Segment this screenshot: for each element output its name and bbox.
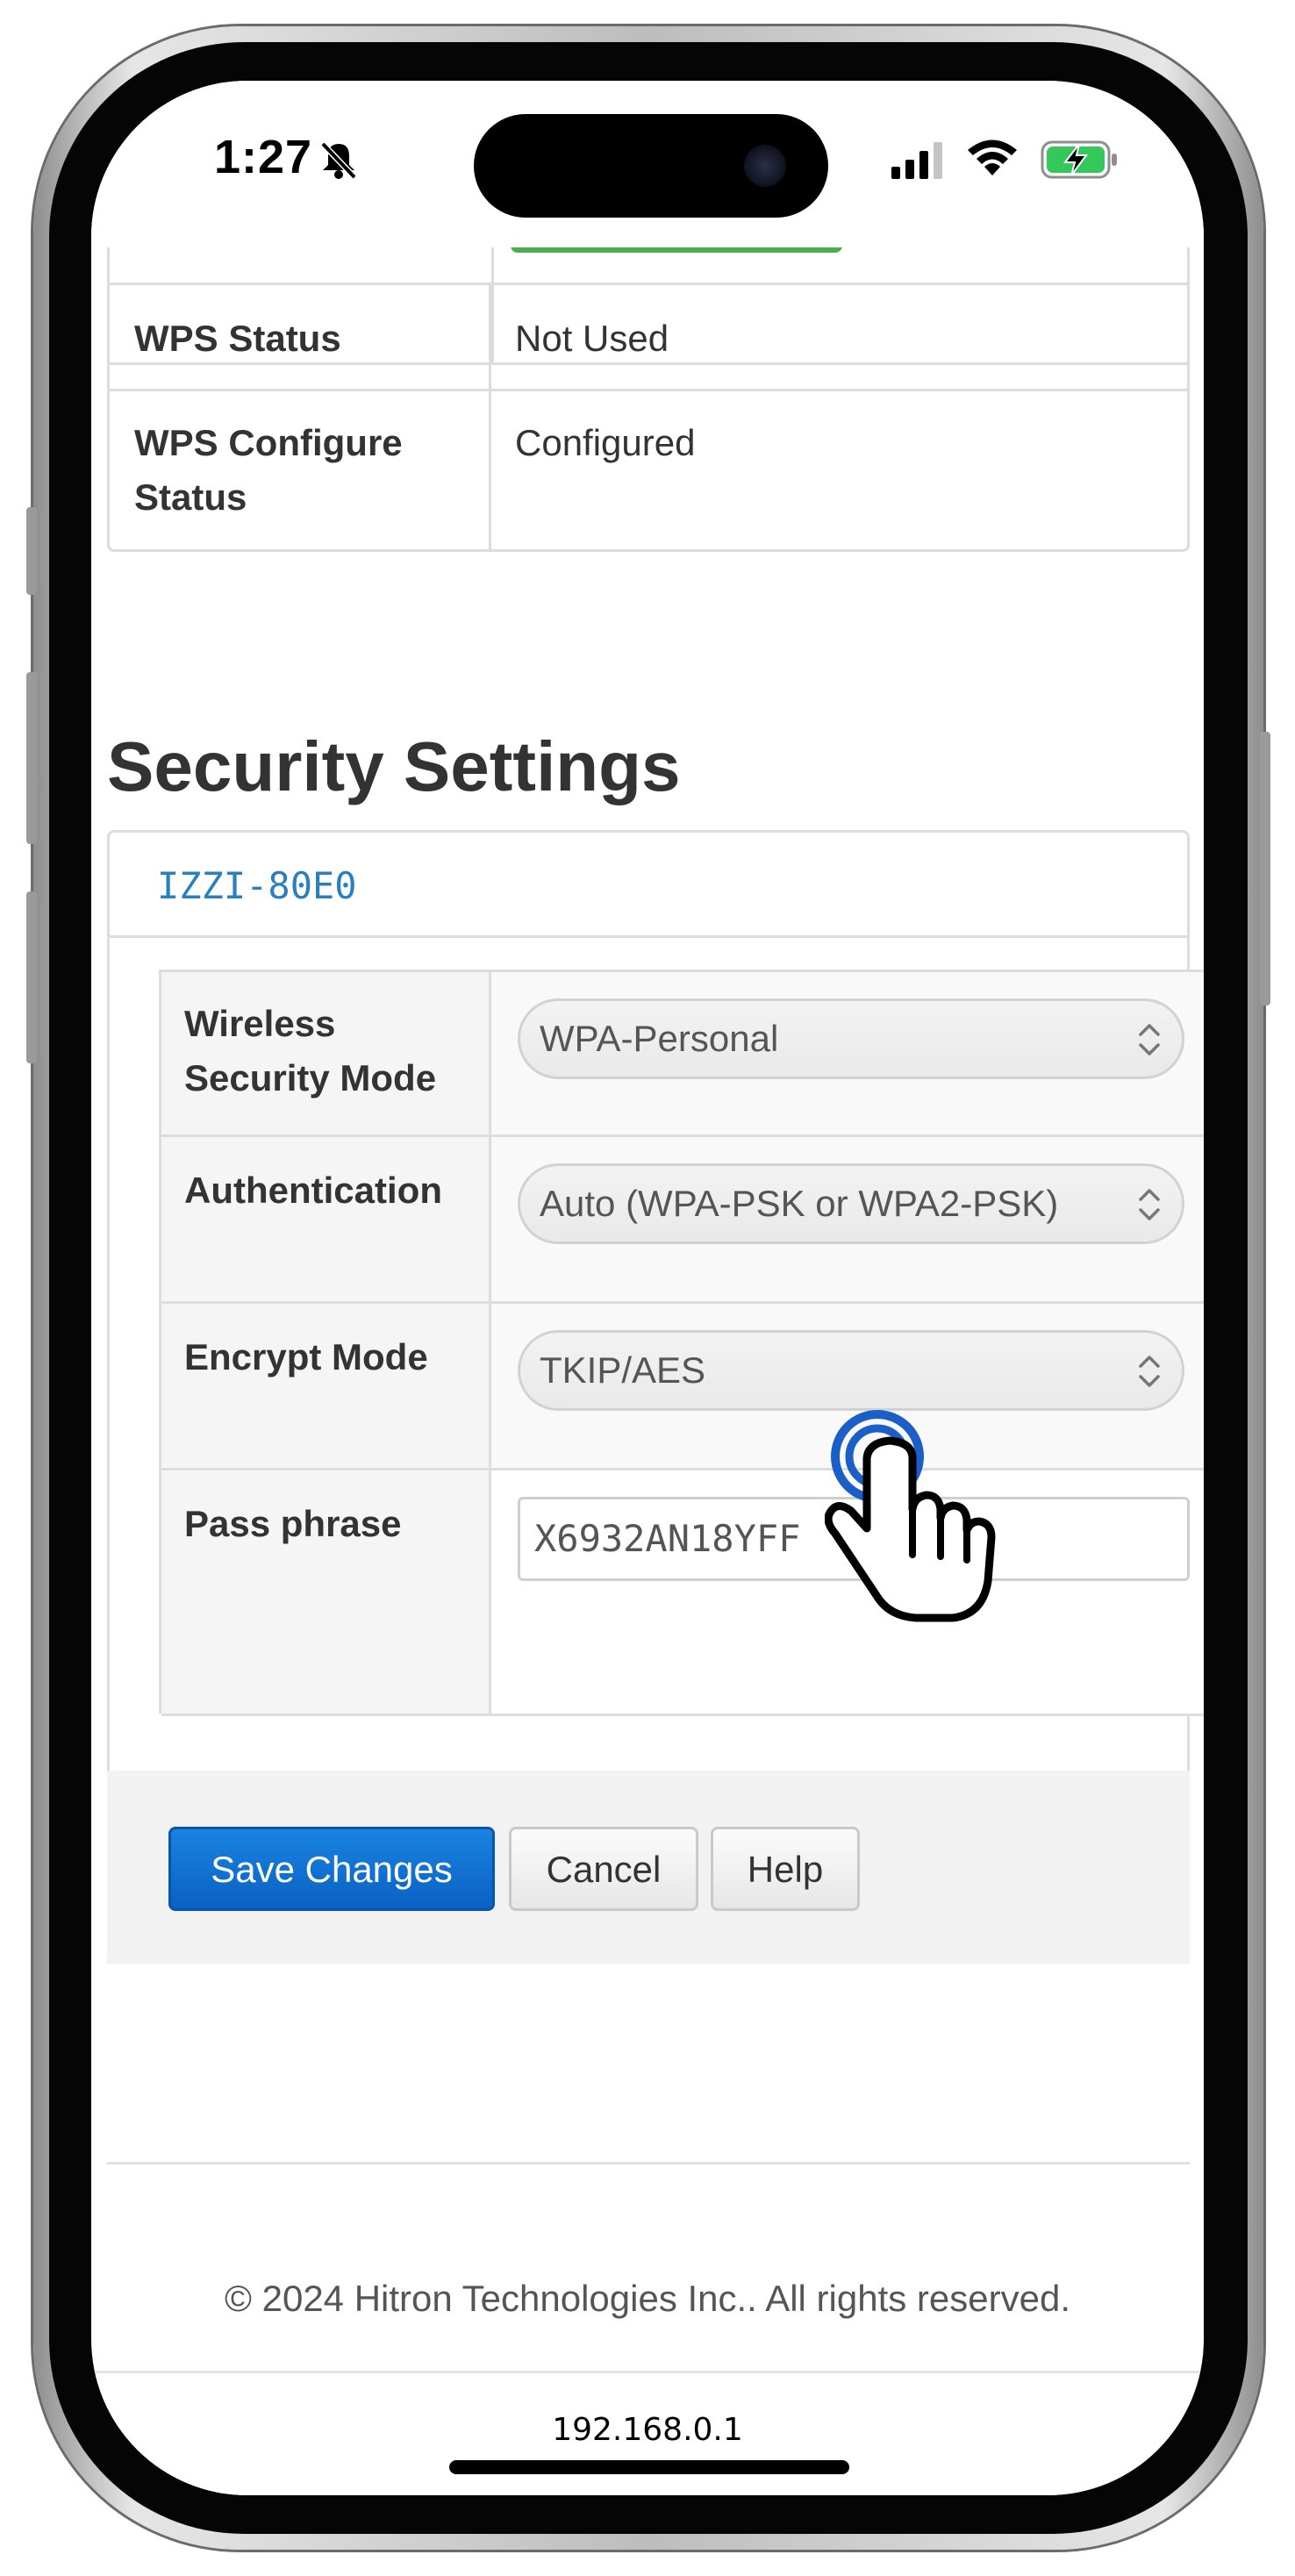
wps-status-label: WPS Status bbox=[134, 318, 341, 359]
authentication-select[interactable]: Auto (WPA-PSK or WPA2-PSK) bbox=[518, 1163, 1184, 1244]
wps-status-value: Not Used bbox=[515, 318, 669, 359]
encrypt-mode-label: Encrypt Mode bbox=[184, 1336, 428, 1377]
encrypt-mode-select[interactable]: TKIP/AES bbox=[518, 1330, 1184, 1411]
chevron-updown-icon bbox=[1139, 1356, 1160, 1387]
security-panel: IZZI-80E0 Wireless Security Mode WPA-Per… bbox=[107, 830, 1204, 1795]
authentication-label: Authentication bbox=[184, 1170, 442, 1211]
chevron-updown-icon bbox=[1139, 1024, 1160, 1055]
wifi-icon bbox=[968, 140, 1017, 175]
status-bar: 1:27 bbox=[91, 81, 1204, 247]
battery-charging-icon bbox=[1041, 140, 1117, 179]
cancel-button[interactable]: Cancel bbox=[509, 1827, 698, 1911]
section-title: Security Settings bbox=[107, 727, 681, 805]
security-mode-select[interactable]: WPA-Personal bbox=[518, 998, 1184, 1079]
chevron-updown-icon bbox=[1139, 1189, 1160, 1220]
power-button bbox=[1260, 732, 1270, 1005]
security-table: Wireless Security Mode WPA-Personal Auth… bbox=[159, 970, 1204, 1716]
pass-phrase-label: Pass phrase bbox=[184, 1503, 402, 1544]
clock: 1:27 bbox=[214, 131, 313, 183]
table-row: Authentication Auto (WPA-PSK or WPA2-PSK… bbox=[161, 1137, 1204, 1304]
tap-hand-cursor-icon bbox=[825, 1410, 996, 1622]
volume-down-button bbox=[26, 891, 37, 1063]
table-row: Pass phrase X6932AN18YFF bbox=[161, 1470, 1204, 1716]
panel-heading: IZZI-80E0 bbox=[110, 833, 1187, 938]
table-row: WPS Status Not Used bbox=[107, 283, 1190, 391]
pass-phrase-value: X6932AN18YFF bbox=[534, 1517, 801, 1560]
copyright-text: © 2024 Hitron Technologies Inc.. All rig… bbox=[224, 2278, 1070, 2319]
footer-divider bbox=[107, 2162, 1190, 2165]
security-mode-label: Wireless Security Mode bbox=[184, 1003, 437, 1098]
mute-switch bbox=[26, 507, 37, 595]
authentication-value: Auto (WPA-PSK or WPA2-PSK) bbox=[540, 1183, 1059, 1224]
router-page: WPS Status Not Used WPS Configure Status… bbox=[91, 81, 1204, 2495]
save-changes-button[interactable]: Save Changes bbox=[168, 1827, 495, 1911]
encrypt-mode-value: TKIP/AES bbox=[540, 1349, 706, 1391]
home-indicator[interactable] bbox=[449, 2460, 849, 2474]
screen: WPS Status Not Used WPS Configure Status… bbox=[91, 81, 1204, 2495]
wps-configure-status-value: Configured bbox=[515, 422, 696, 463]
table-row: Encrypt Mode TKIP/AES bbox=[161, 1304, 1204, 1470]
security-mode-value: WPA-Personal bbox=[540, 1018, 779, 1059]
bell-slash-icon bbox=[320, 141, 357, 180]
cellular-signal-icon bbox=[891, 142, 942, 179]
wps-configure-status-label: WPS Configure Status bbox=[134, 422, 403, 518]
front-camera bbox=[744, 145, 786, 187]
form-actions: Save Changes Cancel Help bbox=[107, 1771, 1190, 1964]
table-row: WPS Configure Status Configured bbox=[107, 389, 1190, 552]
url-text: 192.168.0.1 bbox=[552, 2412, 743, 2448]
ssid-tab[interactable]: IZZI-80E0 bbox=[157, 864, 357, 907]
help-button[interactable]: Help bbox=[711, 1827, 860, 1911]
address-bar[interactable]: 192.168.0.1 bbox=[91, 2371, 1204, 2495]
volume-up-button bbox=[26, 672, 37, 844]
table-row: Wireless Security Mode WPA-Personal bbox=[161, 972, 1204, 1137]
